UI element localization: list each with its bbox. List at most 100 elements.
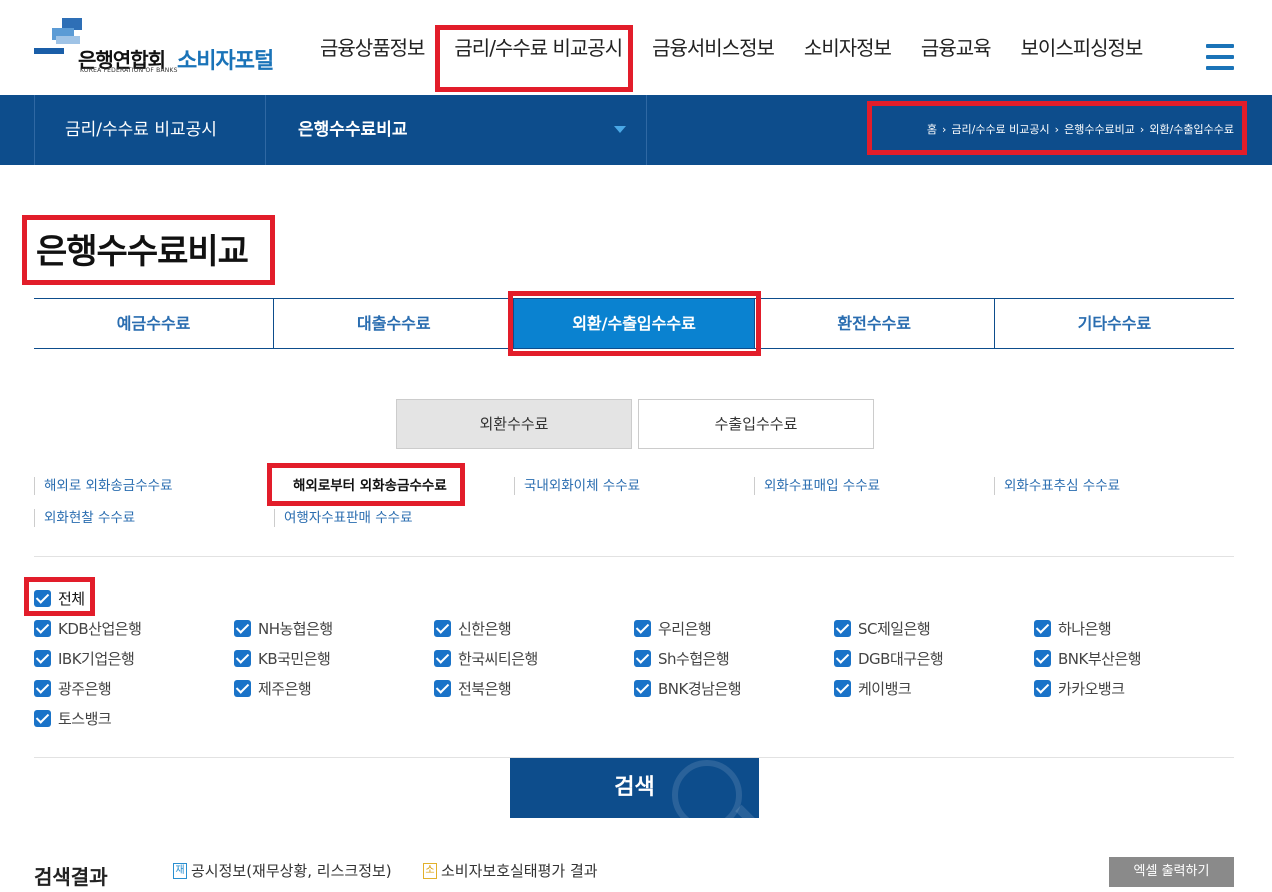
link-fx-cash[interactable]: 외화현찰 수수료 [34, 509, 135, 527]
page-title: 은행수수료비교 [36, 232, 249, 272]
nav-item-financial-services[interactable]: 금융서비스정보 [637, 28, 789, 68]
bank-name: KDB산업은행 [58, 619, 142, 638]
nav-item-financial-products[interactable]: 금융상품정보 [305, 28, 439, 68]
checkbox-checked-icon [434, 679, 451, 697]
disclosure-badge-icon: 재 [173, 862, 187, 879]
bank-name: IBK기업은행 [58, 649, 135, 668]
logo-subtext: KOREA FEDERATION OF BANKS [80, 67, 178, 74]
bank-name: 우리은행 [658, 619, 712, 638]
checkbox-checked-icon [634, 619, 651, 637]
checkbox-bank[interactable]: KDB산업은행 [34, 617, 142, 639]
magnifier-handle [735, 804, 759, 818]
checkbox-checked-icon [34, 679, 51, 697]
checkbox-bank[interactable]: 신한은행 [434, 617, 512, 639]
link-fx-check-collection[interactable]: 외화수표추심 수수료 [994, 477, 1120, 495]
tab-loan-fees[interactable]: 대출수수료 [274, 299, 515, 348]
nav-item-voice-phishing[interactable]: 보이스피싱정보 [1006, 28, 1158, 68]
bank-name: 신한은행 [458, 619, 512, 638]
checkbox-bank[interactable]: NH농협은행 [234, 617, 333, 639]
bank-name: 토스뱅크 [58, 709, 112, 728]
checkbox-bank[interactable]: BNK부산은행 [1034, 647, 1142, 669]
checkbox-checked-icon [34, 589, 51, 607]
dropdown-arrow-icon [614, 126, 626, 133]
tab-currency-exchange-fees[interactable]: 환전수수료 [755, 299, 995, 348]
tab-deposit-fees[interactable]: 예금수수료 [34, 299, 275, 348]
bank-name: DGB대구은행 [858, 649, 944, 668]
hamburger-icon[interactable] [1206, 44, 1234, 74]
sub-navigation-bar: 금리/수수료 비교공시 은행수수료비교 홈 › 금리/수수료 비교공시 › 은행수수료비… [0, 95, 1272, 165]
link-inward-remittance[interactable]: 해외로부터 외화송금수수료 [284, 477, 447, 495]
checkbox-bank[interactable]: 케이뱅크 [834, 677, 912, 699]
section-selector[interactable]: 금리/수수료 비교공시 [34, 95, 266, 165]
divider [34, 556, 1234, 557]
nav-item-rate-fee-comparison[interactable]: 금리/수수료 비교공시 [439, 28, 637, 68]
checkbox-bank[interactable]: Sh수협은행 [634, 647, 730, 669]
breadcrumb: 홈 › 금리/수수료 비교공시 › 은행수수료비교 › 외환/수출입수수료 [927, 95, 1234, 165]
checkbox-bank[interactable]: 광주은행 [34, 677, 112, 699]
checkbox-checked-icon [434, 619, 451, 637]
checkbox-bank[interactable]: KB국민은행 [234, 647, 331, 669]
bank-name: 카카오뱅크 [1058, 679, 1125, 698]
checkbox-checked-icon [1034, 649, 1051, 667]
legend-disclosure: 재 공시정보(재무상황, 리스크정보) [173, 860, 392, 881]
excel-export-button[interactable]: 엑셀 출력하기 [1109, 857, 1234, 887]
tab-foreign-exchange-fees[interactable]: 외환/수출입수수료 [514, 299, 755, 348]
page-selector[interactable]: 은행수수료비교 [265, 95, 647, 165]
site-header: 은행연합회 KOREA FEDERATION OF BANKS 소비자포털 금융… [0, 0, 1272, 95]
site-logo[interactable]: 은행연합회 KOREA FEDERATION OF BANKS 소비자포털 [34, 16, 284, 80]
legend-consumer-protection: 소 소비자보호실태평가 결과 [423, 860, 598, 881]
breadcrumb-home[interactable]: 홈 [927, 123, 937, 136]
checkbox-bank[interactable]: 카카오뱅크 [1034, 677, 1125, 699]
nav-item-consumer-info[interactable]: 소비자정보 [789, 28, 906, 68]
checkbox-bank[interactable]: 우리은행 [634, 617, 712, 639]
portal-name: 소비자포털 [177, 49, 274, 74]
checkbox-all-banks[interactable]: 전체 [34, 587, 85, 609]
breadcrumb-item[interactable]: 금리/수수료 비교공시 [951, 123, 1049, 136]
breadcrumb-current: 외환/수출입수수료 [1149, 123, 1234, 136]
checkbox-checked-icon [1034, 679, 1051, 697]
tab-other-fees[interactable]: 기타수수료 [995, 299, 1234, 348]
bank-name: NH농협은행 [258, 619, 333, 638]
main-tabs: 예금수수료 대출수수료 외환/수출입수수료 환전수수료 기타수수료 [34, 298, 1234, 349]
checkbox-checked-icon [634, 679, 651, 697]
checkbox-bank[interactable]: 제주은행 [234, 677, 312, 699]
nav-item-financial-education[interactable]: 금융교육 [906, 28, 1006, 68]
link-outward-remittance[interactable]: 해외로 외화송금수수료 [34, 477, 173, 495]
checkbox-bank[interactable]: BNK경남은행 [634, 677, 742, 699]
subtab-import-export-fees[interactable]: 수출입수수료 [638, 399, 874, 449]
checkbox-checked-icon [234, 679, 251, 697]
checkbox-checked-icon [234, 619, 251, 637]
checkbox-bank[interactable]: 전북은행 [434, 677, 512, 699]
checkbox-checked-icon [834, 649, 851, 667]
bank-name: Sh수협은행 [658, 649, 730, 668]
checkbox-checked-icon [634, 649, 651, 667]
checkbox-bank[interactable]: DGB대구은행 [834, 647, 944, 669]
consumer-badge-icon: 소 [423, 862, 437, 879]
checkbox-checked-icon [34, 649, 51, 667]
link-domestic-fx-transfer[interactable]: 국내외화이체 수수료 [514, 477, 640, 495]
bank-name: 한국씨티은행 [458, 649, 538, 668]
checkbox-checked-icon [834, 619, 851, 637]
checkbox-bank[interactable]: 토스뱅크 [34, 707, 112, 729]
legend-text: 소비자보호실태평가 결과 [441, 862, 598, 880]
bank-name: BNK경남은행 [658, 679, 742, 698]
chevron-right-icon: › [1054, 123, 1060, 136]
breadcrumb-item[interactable]: 은행수수료비교 [1064, 123, 1135, 136]
sub-tabs: 외환수수료 수출입수수료 [396, 399, 874, 449]
checkbox-bank[interactable]: 하나은행 [1034, 617, 1112, 639]
bank-name: KB국민은행 [258, 649, 331, 668]
search-button[interactable]: 검색 [510, 758, 759, 818]
checkbox-checked-icon [434, 649, 451, 667]
main-nav: 금융상품정보 금리/수수료 비교공시 금융서비스정보 소비자정보 금융교육 보이… [305, 28, 1157, 92]
link-travelers-check-sale[interactable]: 여행자수표판매 수수료 [274, 509, 413, 527]
checkbox-bank[interactable]: SC제일은행 [834, 617, 931, 639]
bank-name: 광주은행 [58, 679, 112, 698]
subtab-forex-fees[interactable]: 외환수수료 [396, 399, 632, 449]
checkbox-bank[interactable]: IBK기업은행 [34, 647, 135, 669]
checkbox-bank[interactable]: 한국씨티은행 [434, 647, 538, 669]
chevron-right-icon: › [1139, 123, 1145, 136]
legend-text: 공시정보(재무상황, 리스크정보) [191, 862, 392, 880]
bank-name: 케이뱅크 [858, 679, 912, 698]
link-fx-check-purchase[interactable]: 외화수표매입 수수료 [754, 477, 880, 495]
checkbox-checked-icon [1034, 619, 1051, 637]
